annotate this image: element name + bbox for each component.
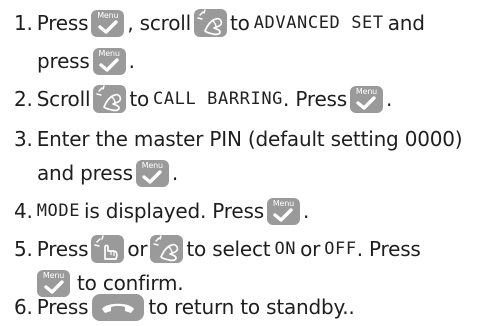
- step-6-line-1: 6. Press to return to standby..: [14, 290, 355, 324]
- menu-key-label: Menu: [97, 11, 119, 20]
- step-text: or: [300, 237, 321, 261]
- scroll-down-key-icon: [150, 235, 184, 263]
- step-2-line-1: 2. Scroll to CALL BARRING . Press Menu .: [14, 82, 392, 116]
- step-text: or: [127, 237, 148, 261]
- scroll-key-icon: [93, 85, 127, 113]
- step-number: 4.: [14, 199, 33, 223]
- step-number: 3.: [14, 127, 33, 151]
- scroll-key-icon: [194, 9, 227, 37]
- menu-key-icon: Menu: [349, 85, 383, 113]
- menu-key-label: Menu: [272, 199, 295, 208]
- step-text: .: [128, 49, 135, 73]
- check-mark-icon: [99, 58, 119, 72]
- menu-key-icon: Menu: [266, 197, 300, 225]
- step-number: 5.: [14, 237, 33, 261]
- lcd-menu-item: ADVANCED SET: [253, 13, 384, 33]
- menu-key-label: Menu: [141, 161, 163, 170]
- step-3-line-1: 3. Enter the master PIN (default setting…: [14, 122, 463, 156]
- scroll-hand-icon: [153, 235, 179, 262]
- step-number: 2.: [14, 87, 33, 111]
- step-text: Press: [36, 11, 89, 35]
- step-text: Enter the master PIN (default setting 00…: [36, 127, 463, 151]
- menu-key-icon: Menu: [91, 9, 125, 37]
- scroll-up-hand-icon: [94, 235, 119, 260]
- menu-key-icon: Menu: [135, 159, 169, 187]
- step-text: , scroll: [127, 11, 191, 35]
- step-5-line-1: 5. Press or to select ON or OFF . Press: [14, 232, 421, 266]
- step-number: 1.: [14, 11, 33, 35]
- menu-key-label: Menu: [355, 87, 378, 96]
- scroll-up-key-icon: [91, 235, 125, 263]
- step-text: . Press: [283, 87, 347, 111]
- lcd-option-on: ON: [274, 239, 297, 259]
- step-text: .: [302, 199, 310, 223]
- step-text: . Press: [356, 237, 421, 261]
- step-text: to return to standby..: [148, 295, 355, 319]
- step-text: Scroll: [36, 87, 91, 111]
- step-text: to select: [186, 237, 271, 261]
- step-text: is displayed. Press: [84, 199, 264, 223]
- step-3-line-2: and press Menu .: [37, 156, 178, 190]
- step-text: Press: [36, 295, 89, 319]
- lcd-menu-item: CALL BARRING: [153, 89, 284, 109]
- step-1-line-2: press Menu .: [37, 44, 135, 78]
- check-mark-icon: [273, 208, 294, 222]
- step-text: press: [37, 49, 90, 73]
- scroll-hand-icon: [197, 9, 223, 36]
- check-mark-icon: [98, 20, 118, 34]
- step-number: 6.: [14, 295, 33, 319]
- step-text: to: [129, 87, 149, 111]
- step-text: to: [230, 11, 250, 35]
- step-text: Press: [36, 237, 89, 261]
- menu-key-icon: Menu: [92, 47, 126, 75]
- check-mark-icon: [356, 96, 377, 110]
- check-mark-icon: [142, 170, 163, 184]
- step-text: .: [171, 161, 178, 185]
- step-1-line-1: 1. Press Menu , scroll to ADVANCED SET a…: [14, 6, 425, 40]
- lcd-option-off: OFF: [324, 239, 357, 259]
- end-call-key-icon: [92, 293, 145, 321]
- step-text: and press: [37, 161, 133, 185]
- instruction-list: 1. Press Menu , scroll to ADVANCED SET a…: [0, 0, 493, 326]
- menu-key-label: Menu: [42, 271, 65, 280]
- step-text: .: [385, 87, 393, 111]
- menu-key-label: Menu: [98, 49, 120, 58]
- scroll-hand-icon: [96, 85, 122, 112]
- lcd-menu-item: MODE: [36, 201, 81, 221]
- phone-handset-icon: [102, 303, 135, 313]
- step-4-line-1: 4. MODE is displayed. Press Menu .: [14, 194, 309, 228]
- step-text: and: [387, 11, 425, 35]
